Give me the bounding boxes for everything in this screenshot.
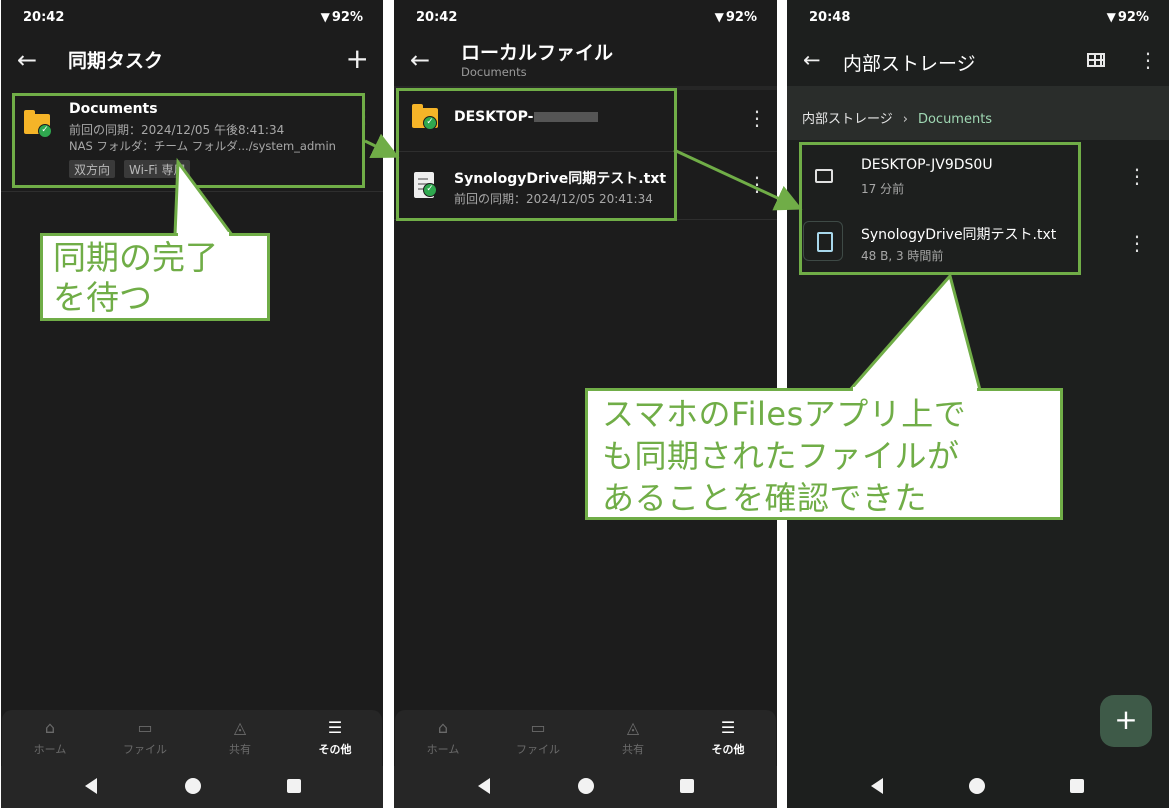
callout-line: を待つ — [53, 278, 152, 317]
callout-tail-1 — [173, 157, 235, 237]
callout-wait-sync: 同期の完了 を待つ — [40, 233, 270, 321]
arrow-to-storage — [673, 148, 803, 211]
seam-cover — [853, 387, 977, 393]
seam-cover — [178, 232, 229, 238]
callout-confirm-files: スマホのFilesアプリ上で も同期されたファイルが あることを確認できた — [585, 388, 1063, 520]
callout-tail-2 — [846, 272, 982, 392]
arrow-to-local-files — [364, 133, 400, 159]
callout-line: あることを確認できた — [602, 479, 928, 517]
callout-line: も同期されたファイルが — [602, 437, 960, 475]
callout-line: スマホのFilesアプリ上で — [602, 395, 967, 433]
callout-line: 同期の完了 — [53, 238, 218, 277]
